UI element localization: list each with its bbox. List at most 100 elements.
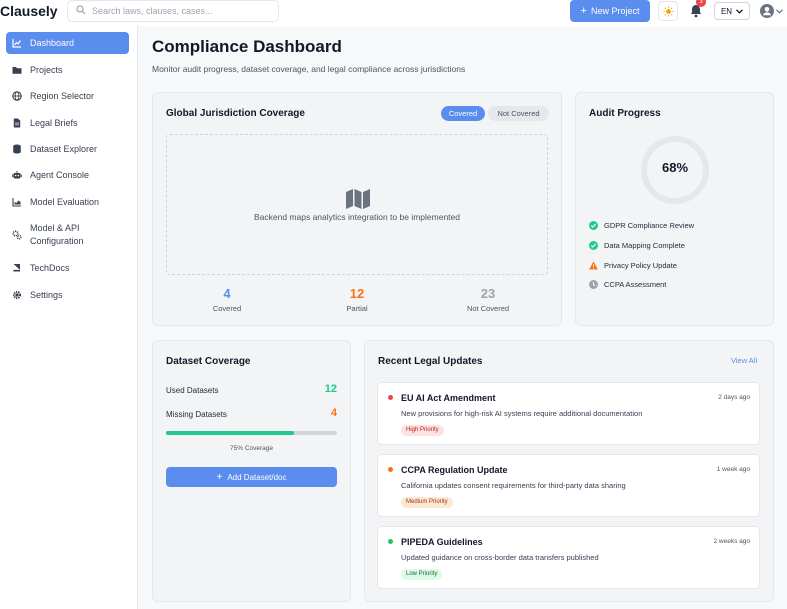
stat-label: Partial <box>346 304 368 313</box>
sidebar-item-label: Dashboard <box>30 38 75 48</box>
language-value: EN <box>720 6 733 16</box>
notification-badge: 3 <box>696 0 706 7</box>
audit-item: CCPA Assessment <box>589 278 666 290</box>
sidebar-item-label: Settings <box>30 290 63 300</box>
plus-icon: + <box>216 471 223 483</box>
sidebar-item-settings[interactable]: Settings <box>6 284 129 306</box>
sidebar-item-label: Dataset Explorer <box>30 144 98 154</box>
gear-icon <box>12 290 22 300</box>
priority-dot <box>388 539 393 544</box>
audit-progress-card <box>575 92 774 326</box>
sidebar-item-label: Projects <box>30 65 63 75</box>
check-circle-icon <box>589 240 598 250</box>
dataset-coverage-caption: 75% Coverage <box>230 445 273 452</box>
update-title: CCPA Regulation Update <box>401 465 508 475</box>
sidebar-item-dashboard[interactable]: Dashboard <box>6 32 129 54</box>
priority-badge: Medium Priority <box>401 497 453 508</box>
update-description: Updated guidance on cross-border data tr… <box>401 553 599 562</box>
cogs-icon <box>12 230 22 240</box>
robot-icon <box>12 171 22 179</box>
update-title: EU AI Act Amendment <box>401 393 496 403</box>
document-icon <box>13 118 21 128</box>
audit-item: Privacy Policy Update <box>589 259 677 271</box>
used-datasets-value: 12 <box>324 383 337 395</box>
audit-item-label: Data Mapping Complete <box>604 240 685 250</box>
add-dataset-label: Add Dataset/doc <box>227 472 287 482</box>
update-description: California updates consent requirements … <box>401 481 626 490</box>
sidebar-item-model-evaluation[interactable]: Model Evaluation <box>6 191 129 213</box>
sidebar-item-label: Agent Console <box>30 170 90 180</box>
sidebar-item-region-selector[interactable]: Region Selector <box>6 85 129 107</box>
audit-item: GDPR Compliance Review <box>589 219 694 231</box>
sidebar-item-agent-console[interactable]: Agent Console <box>6 164 129 186</box>
plus-icon: + <box>580 5 587 17</box>
stat-label: Not Covered <box>466 304 510 313</box>
search-box[interactable] <box>67 0 279 22</box>
sidebar-item-model-api-configuration[interactable]: Model & API Configuration <box>6 219 129 251</box>
chevron-down-icon <box>736 8 744 14</box>
sidebar: Dashboard Projects Region Selector Legal… <box>0 26 138 609</box>
sidebar-item-dataset-explorer[interactable]: Dataset Explorer <box>6 138 129 160</box>
chart-area-icon <box>12 198 21 207</box>
user-avatar-icon <box>760 4 774 18</box>
audit-item-label: CCPA Assessment <box>604 279 667 289</box>
stat-label: Covered <box>212 304 242 313</box>
warning-icon <box>589 260 598 269</box>
view-all-link[interactable]: View All <box>731 356 757 365</box>
check-circle-icon <box>589 220 598 230</box>
add-dataset-button[interactable]: + Add Dataset/doc <box>166 467 337 487</box>
stat-value: 23 <box>480 286 496 301</box>
legal-update-item[interactable]: PIPEDA Guidelines Updated guidance on cr… <box>377 526 760 589</box>
missing-datasets-row: Missing Datasets 4 <box>166 407 337 419</box>
language-select[interactable]: EN <box>714 2 750 20</box>
toggle-covered[interactable]: Covered <box>441 106 485 121</box>
top-bar: Clausely + New Project 3 EN <box>0 0 787 26</box>
stat-partial: 12 Partial <box>307 286 407 313</box>
sidebar-item-label: TechDocs <box>30 263 70 273</box>
user-menu[interactable] <box>760 3 786 19</box>
sidebar-item-legal-briefs[interactable]: Legal Briefs <box>6 112 129 134</box>
chevron-down-icon <box>776 8 783 14</box>
missing-datasets-label: Missing Datasets <box>166 410 227 419</box>
stat-value: 12 <box>349 286 365 301</box>
app-logo[interactable]: Clausely <box>0 3 58 19</box>
update-description: New provisions for high-risk AI systems … <box>401 409 643 418</box>
coverage-toggle: Covered Not Covered <box>441 106 549 121</box>
sidebar-item-techdocs[interactable]: TechDocs <box>6 257 129 279</box>
sidebar-item-label: Model Evaluation <box>30 197 100 207</box>
page-subtitle: Monitor audit progress, dataset coverage… <box>152 64 466 74</box>
audit-item-label: Privacy Policy Update <box>604 260 677 270</box>
clock-icon <box>589 279 598 289</box>
stat-covered: 4 Covered <box>177 286 277 313</box>
priority-badge: High Priority <box>401 425 444 436</box>
theme-toggle-button[interactable] <box>658 1 678 21</box>
priority-dot <box>388 395 393 400</box>
jurisdiction-coverage-title: Global Jurisdiction Coverage <box>166 108 305 119</box>
map-icon <box>346 189 370 209</box>
chart-line-icon <box>12 39 21 48</box>
search-icon <box>76 5 86 15</box>
dataset-coverage-title: Dataset Coverage <box>166 356 251 367</box>
toggle-not-covered[interactable]: Not Covered <box>488 106 549 121</box>
map-placeholder: Backend maps analytics integration to be… <box>166 134 548 275</box>
sidebar-item-label: Legal Briefs <box>30 118 78 128</box>
sun-icon <box>662 5 674 17</box>
sidebar-item-projects[interactable]: Projects <box>6 59 129 81</box>
audit-item: Data Mapping Complete <box>589 239 685 251</box>
dataset-coverage-bar <box>166 431 337 435</box>
stat-not-covered: 23 Not Covered <box>438 286 538 313</box>
update-time: 2 days ago <box>718 394 750 401</box>
audit-progress-title: Audit Progress <box>589 108 661 119</box>
legal-update-item[interactable]: CCPA Regulation Update California update… <box>377 454 760 517</box>
legal-update-item[interactable]: EU AI Act Amendment New provisions for h… <box>377 382 760 445</box>
sidebar-item-label: Model & API Configuration <box>30 223 84 246</box>
new-project-button[interactable]: + New Project <box>570 0 650 22</box>
audit-item-label: GDPR Compliance Review <box>604 220 695 230</box>
stat-value: 4 <box>223 286 231 301</box>
search-input[interactable] <box>92 3 274 19</box>
legal-updates-title: Recent Legal Updates <box>378 356 483 367</box>
folder-icon <box>12 67 22 74</box>
update-title: PIPEDA Guidelines <box>401 537 483 547</box>
new-project-label: New Project <box>590 6 640 16</box>
globe-icon <box>12 91 22 101</box>
